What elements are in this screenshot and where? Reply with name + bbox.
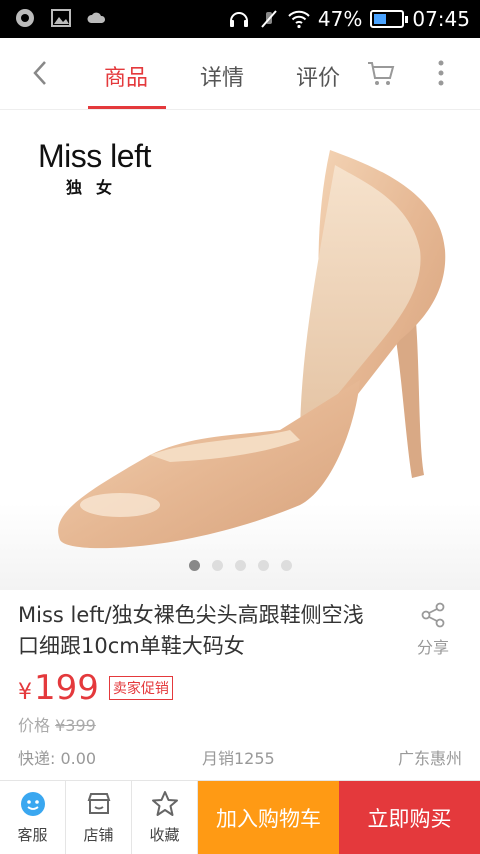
customer-service-button[interactable]: 客服 xyxy=(0,781,66,854)
battery-percent: 47% xyxy=(317,7,363,31)
app-icon xyxy=(16,9,34,27)
product-shoe-image xyxy=(58,150,446,549)
mute-icon xyxy=(261,10,277,28)
share-button[interactable]: 分享 xyxy=(410,602,456,658)
status-bar: 47% 07:45 xyxy=(0,0,480,38)
shop-label: 店铺 xyxy=(83,826,114,844)
carousel-dot xyxy=(211,560,223,571)
image-icon xyxy=(51,9,71,27)
original-price-value: ¥399 xyxy=(55,716,96,735)
add-to-cart-button[interactable]: 加入购物车 xyxy=(198,781,339,854)
cloud-icon xyxy=(87,12,106,23)
product-image-carousel[interactable]: Miss left 独女 xyxy=(0,110,480,590)
battery-fill xyxy=(374,14,387,24)
shop-button[interactable]: 店铺 xyxy=(66,781,132,854)
product-title: Miss left/独女裸色尖头高跟鞋侧空浅口细跟10cm单鞋大码女 xyxy=(18,603,364,658)
customer-service-icon xyxy=(20,792,45,816)
carousel-indicator xyxy=(0,560,480,571)
buy-now-button[interactable]: 立即购买 xyxy=(339,781,480,854)
current-price: 199 xyxy=(34,668,99,708)
headset-icon xyxy=(229,12,248,27)
back-arrow-icon[interactable] xyxy=(26,58,56,88)
original-price-label: 价格 xyxy=(18,716,56,735)
share-icon xyxy=(421,602,445,628)
shipping-fee: 快递: 0.00 xyxy=(18,749,97,768)
carousel-dot xyxy=(280,560,292,571)
clock: 07:45 xyxy=(412,7,470,31)
tab-details[interactable]: 详情 xyxy=(200,60,244,92)
customer-service-label: 客服 xyxy=(17,826,48,844)
shop-icon xyxy=(87,793,110,814)
tab-product[interactable]: 商品 xyxy=(104,60,148,92)
monthly-sales: 月销1255 xyxy=(202,749,275,768)
product-header: 商品 详情 评价 xyxy=(0,38,480,110)
favorite-label: 收藏 xyxy=(149,826,180,844)
more-menu-icon[interactable] xyxy=(432,58,450,88)
cart-icon[interactable] xyxy=(366,60,396,88)
promo-badge: 卖家促销 xyxy=(108,676,173,700)
share-label: 分享 xyxy=(416,638,449,657)
tab-reviews[interactable]: 评价 xyxy=(296,60,340,92)
ship-location: 广东惠州 xyxy=(397,749,462,768)
price-row: ¥ 199 卖家促销 xyxy=(18,668,173,708)
active-tab-indicator xyxy=(88,106,166,109)
carousel-dot xyxy=(188,560,200,571)
currency-symbol: ¥ xyxy=(18,680,32,705)
star-icon xyxy=(151,791,178,816)
wifi-icon xyxy=(288,10,310,29)
battery-icon xyxy=(370,10,409,28)
original-price: 价格 ¥399 xyxy=(18,712,96,736)
carousel-dot xyxy=(234,560,246,571)
bottom-action-bar: 客服 店铺 收藏 加入购物车 立即购买 xyxy=(0,780,480,854)
carousel-dot xyxy=(257,560,269,571)
favorite-button[interactable]: 收藏 xyxy=(132,781,198,854)
